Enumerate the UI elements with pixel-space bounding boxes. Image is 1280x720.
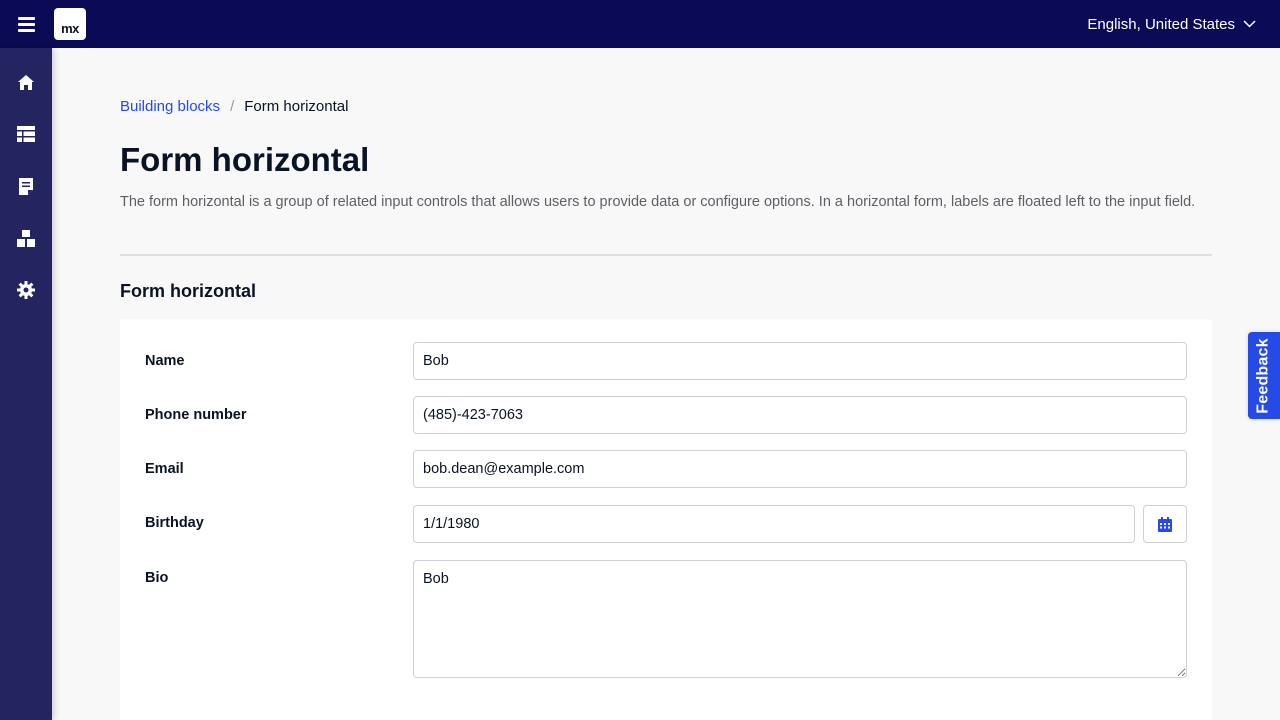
email-input[interactable] xyxy=(413,450,1187,488)
document-icon xyxy=(19,177,33,195)
blocks-icon xyxy=(17,229,35,247)
breadcrumb-separator: / xyxy=(230,98,235,115)
birthday-label: Birthday xyxy=(145,515,204,531)
home-icon xyxy=(18,74,34,90)
email-label: Email xyxy=(145,461,184,477)
bio-textarea[interactable]: Bob xyxy=(413,560,1187,678)
feedback-label: Feedback xyxy=(1255,337,1273,414)
sidebar-item-settings[interactable] xyxy=(0,264,52,316)
main-content: Building blocks / Form horizontal Form h… xyxy=(52,48,1280,720)
sidebar-item-table[interactable] xyxy=(0,108,52,160)
gear-icon xyxy=(17,281,35,299)
language-label: English, United States xyxy=(1087,15,1235,33)
name-input[interactable] xyxy=(413,342,1187,380)
phone-label: Phone number xyxy=(145,407,247,423)
section-title: Form horizontal xyxy=(120,281,256,301)
page-description: The form horizontal is a group of relate… xyxy=(120,194,1196,210)
form-card: Name Phone number Email Birthday Bio Bob xyxy=(120,319,1212,720)
phone-input[interactable] xyxy=(413,396,1187,434)
divider xyxy=(120,254,1212,256)
calendar-icon xyxy=(1158,516,1172,532)
calendar-button[interactable] xyxy=(1143,505,1187,543)
table-icon xyxy=(17,126,35,142)
feedback-tab[interactable]: Feedback xyxy=(1248,332,1280,419)
bio-label: Bio xyxy=(145,570,169,586)
top-bar: mx English, United States xyxy=(0,0,1280,48)
logo-text: mx xyxy=(61,21,79,36)
name-label: Name xyxy=(145,353,185,369)
page-title: Form horizontal xyxy=(120,141,370,178)
sidebar-item-document[interactable] xyxy=(0,160,52,212)
sidebar xyxy=(0,48,52,720)
breadcrumb-current: Form horizontal xyxy=(244,98,349,115)
breadcrumb-link-building-blocks[interactable]: Building blocks xyxy=(120,98,220,115)
chevron-down-icon xyxy=(1243,20,1256,28)
sidebar-item-blocks[interactable] xyxy=(0,212,52,264)
language-selector[interactable]: English, United States xyxy=(1087,0,1256,48)
app-logo[interactable]: mx xyxy=(54,8,86,40)
breadcrumb: Building blocks / Form horizontal xyxy=(120,98,348,115)
hamburger-menu-icon[interactable] xyxy=(18,17,35,32)
sidebar-item-home[interactable] xyxy=(0,56,52,108)
birthday-input[interactable] xyxy=(413,505,1135,543)
